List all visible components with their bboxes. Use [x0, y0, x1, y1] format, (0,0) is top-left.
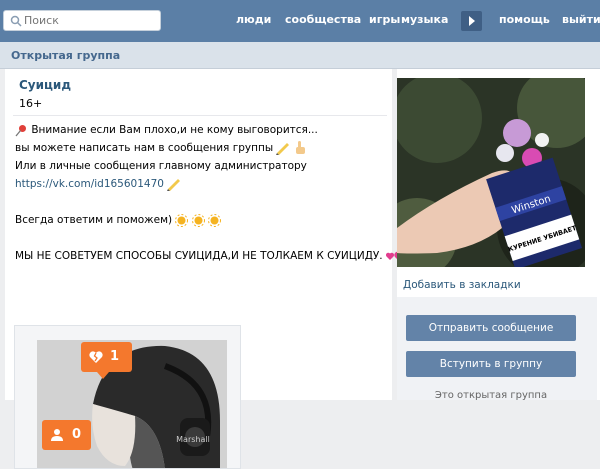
notification-badge: 0 — [42, 420, 91, 450]
nav-help[interactable]: помощь — [499, 13, 550, 26]
page-title: Открытая группа — [11, 49, 121, 62]
description-line: Или в личные сообщения главному админист… — [15, 160, 307, 172]
group-type-status: Это открытая группа — [434, 390, 548, 401]
nav-people[interactable]: люди — [236, 13, 271, 26]
group-name: Суицид — [19, 78, 72, 92]
play-icon — [469, 16, 475, 26]
actions-panel: Отправить сообщение Вступить в группу — [397, 297, 597, 400]
age-rating: 16+ — [19, 97, 43, 110]
join-group-button[interactable]: Вступить в группу — [406, 351, 576, 377]
pencil-icon — [276, 142, 290, 155]
badge-count: 0 — [72, 427, 82, 442]
user-icon — [51, 429, 63, 441]
page-header: Открытая группа — [0, 42, 600, 69]
badge-pointer — [97, 372, 109, 379]
notification-badge: 1 — [81, 342, 132, 372]
send-message-button[interactable]: Отправить сообщение — [406, 315, 576, 341]
search-icon — [10, 15, 22, 27]
pencil-icon — [167, 178, 181, 191]
music-play-button[interactable] — [461, 11, 482, 31]
search-box[interactable] — [3, 10, 161, 31]
post-image[interactable]: Marshall 1 0 — [14, 325, 241, 469]
description-line: Всегда ответим и поможем) — [15, 214, 173, 226]
description-line: вы можете написать нам в сообщения групп… — [15, 142, 274, 154]
pointing-hand-icon — [295, 141, 305, 154]
avatar-photo: Winston КУРЕНИЕ УБИВАЕТ — [397, 78, 585, 267]
nav-logout[interactable]: выйти — [562, 13, 600, 26]
nav-music[interactable]: музыка — [401, 13, 448, 26]
pushpin-icon — [15, 124, 26, 136]
group-avatar[interactable]: Winston КУРЕНИЕ УБИВАЕТ — [397, 78, 585, 267]
sun-icon — [191, 213, 205, 227]
nav-communities[interactable]: сообщества — [285, 13, 361, 26]
top-navigation-bar: люди сообщества игры музыка помощь выйти — [0, 0, 600, 42]
search-input[interactable] — [24, 11, 154, 30]
group-description: Внимание если Вам плохо,и не кому выгово… — [15, 121, 406, 265]
group-info-panel: Суицид 16+ Внимание если Вам плохо,и не … — [5, 69, 406, 469]
description-line: Внимание если Вам плохо,и не кому выгово… — [31, 124, 318, 136]
group-sidebar: Winston КУРЕНИЕ УБИВАЕТ Добавить в закла… — [397, 69, 600, 401]
admin-profile-link[interactable]: https://vk.com/id165601470 — [15, 178, 164, 190]
nav-games[interactable]: игры — [369, 13, 400, 26]
divider — [13, 115, 387, 116]
add-bookmark-link[interactable]: Добавить в закладки — [403, 279, 521, 291]
description-line: МЫ НЕ СОВЕТУЕМ СПОСОБЫ СУИЦИДА,И НЕ ТОЛК… — [15, 250, 383, 262]
badge-count: 1 — [110, 349, 120, 364]
broken-heart-icon — [89, 351, 103, 363]
headphone-brand: Marshall — [176, 435, 210, 444]
sun-icon — [208, 213, 222, 227]
sun-icon — [175, 213, 189, 227]
